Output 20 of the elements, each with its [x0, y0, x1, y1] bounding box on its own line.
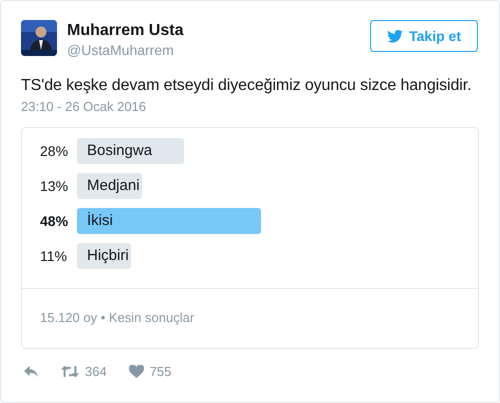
result-bar: Medjani: [77, 173, 142, 199]
timestamp[interactable]: 23:10 - 26 Ocak 2016: [21, 98, 146, 116]
vote-percent: 13%: [40, 178, 70, 194]
follow-button[interactable]: Takip et: [370, 20, 478, 52]
bird-icon: [387, 30, 404, 42]
vote-percent: 11%: [40, 248, 68, 264]
vote-percent: 48%: [40, 213, 70, 229]
tweet-text: TS'de keşke devam etseydi diyeceğimiz oyuncu sizce hangisidir.: [21, 76, 472, 96]
retweet-icon[interactable]: [61, 365, 79, 378]
result-bar: Hiçbiri: [77, 243, 131, 269]
like-count: 755: [150, 364, 172, 379]
heart-icon[interactable]: [128, 365, 144, 378]
result-bar: Bosingwa: [77, 138, 184, 164]
reply-icon[interactable]: [24, 365, 39, 378]
poll-summary: 15.120 oy • Kesin sonuçlar: [40, 310, 194, 325]
result-bar: İkisi: [77, 208, 261, 234]
retweet-count: 364: [85, 364, 107, 379]
author-name[interactable]: Muharrem Usta: [67, 21, 370, 41]
author-handle[interactable]: @UstaMuharrem: [67, 41, 370, 59]
vote-percent: 28%: [40, 143, 70, 159]
